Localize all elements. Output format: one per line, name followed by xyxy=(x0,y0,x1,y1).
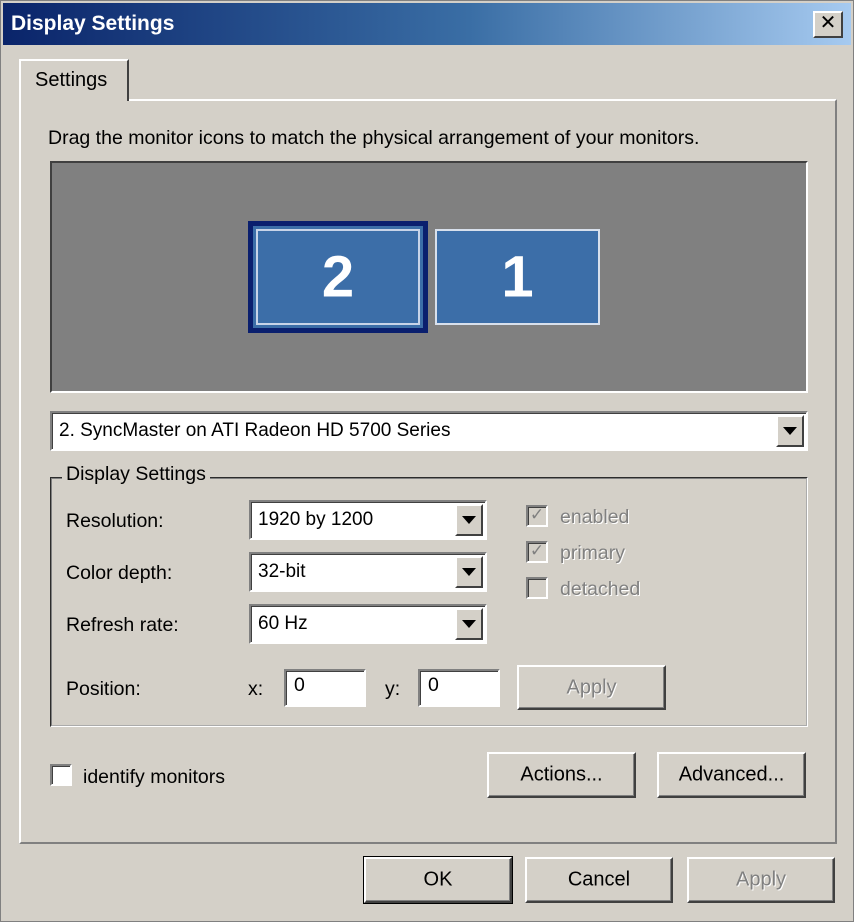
window-title: Display Settings xyxy=(11,12,175,35)
tab-settings-label: Settings xyxy=(35,69,108,91)
title-bar[interactable]: Display Settings ✕ xyxy=(3,3,851,45)
monitor-number: 2 xyxy=(321,244,355,310)
display-select[interactable]: 2. SyncMaster on ATI Radeon HD 5700 Seri… xyxy=(50,411,808,451)
position-x-value: 0 xyxy=(294,674,305,696)
cancel-button[interactable]: Cancel xyxy=(525,857,673,903)
color-depth-value: 32-bit xyxy=(258,561,306,582)
display-settings-window: Display Settings ✕ Settings Drag the mon… xyxy=(0,0,854,922)
enabled-label: enabled xyxy=(560,506,630,528)
resolution-value: 1920 by 1200 xyxy=(258,509,374,530)
refresh-rate-select[interactable]: 60 Hz xyxy=(249,604,487,644)
color-depth-select[interactable]: 32-bit xyxy=(249,552,487,592)
position-y-field[interactable]: 0 xyxy=(418,669,500,707)
position-y-label: y: xyxy=(385,678,401,700)
chevron-down-icon[interactable] xyxy=(776,415,804,447)
cancel-button-label: Cancel xyxy=(567,868,631,891)
actions-button[interactable]: Actions... xyxy=(487,752,636,798)
color-depth-label: Color depth: xyxy=(66,562,173,584)
position-label: Position: xyxy=(66,678,141,700)
detached-checkbox[interactable] xyxy=(526,577,548,599)
apply-button-label: Apply xyxy=(735,868,787,891)
monitor-number: 1 xyxy=(501,244,534,310)
ok-button-label: OK xyxy=(423,868,453,891)
checkmark-icon: ✓ xyxy=(529,505,545,524)
detached-label: detached xyxy=(560,578,641,600)
position-apply-button[interactable]: Apply xyxy=(517,665,666,710)
monitor-icon-2[interactable]: 2 xyxy=(248,221,428,333)
position-x-field[interactable]: 0 xyxy=(284,669,366,707)
position-apply-label: Apply xyxy=(566,676,617,698)
resolution-label: Resolution: xyxy=(66,510,164,532)
identify-monitors-label: identify monitors xyxy=(83,766,225,788)
position-x-label: x: xyxy=(248,678,264,700)
position-y-value: 0 xyxy=(428,674,439,696)
tab-settings[interactable]: Settings xyxy=(19,59,129,101)
close-icon: ✕ xyxy=(819,12,837,34)
ok-button[interactable]: OK xyxy=(363,856,513,904)
instruction-text: Drag the monitor icons to match the phys… xyxy=(48,127,700,149)
identify-monitors-checkbox[interactable] xyxy=(50,764,72,786)
advanced-button-label: Advanced... xyxy=(678,763,785,786)
chevron-down-icon[interactable] xyxy=(455,556,483,588)
monitor-arrangement-area: 2 1 xyxy=(50,161,808,393)
group-legend: Display Settings xyxy=(62,463,210,486)
display-select-value: 2. SyncMaster on ATI Radeon HD 5700 Seri… xyxy=(59,420,451,441)
checkmark-icon: ✓ xyxy=(529,541,545,560)
apply-button[interactable]: Apply xyxy=(687,857,835,903)
close-button[interactable]: ✕ xyxy=(813,11,843,38)
enabled-checkbox[interactable]: ✓ xyxy=(526,505,548,527)
resolution-select[interactable]: 1920 by 1200 xyxy=(249,500,487,540)
chevron-down-icon[interactable] xyxy=(455,608,483,640)
primary-label: primary xyxy=(560,542,626,564)
refresh-rate-label: Refresh rate: xyxy=(66,614,179,636)
chevron-down-icon[interactable] xyxy=(455,504,483,536)
advanced-button[interactable]: Advanced... xyxy=(657,752,806,798)
actions-button-label: Actions... xyxy=(520,763,603,786)
primary-checkbox[interactable]: ✓ xyxy=(526,541,548,563)
monitor-icon-1[interactable]: 1 xyxy=(435,229,600,325)
refresh-rate-value: 60 Hz xyxy=(258,613,308,634)
